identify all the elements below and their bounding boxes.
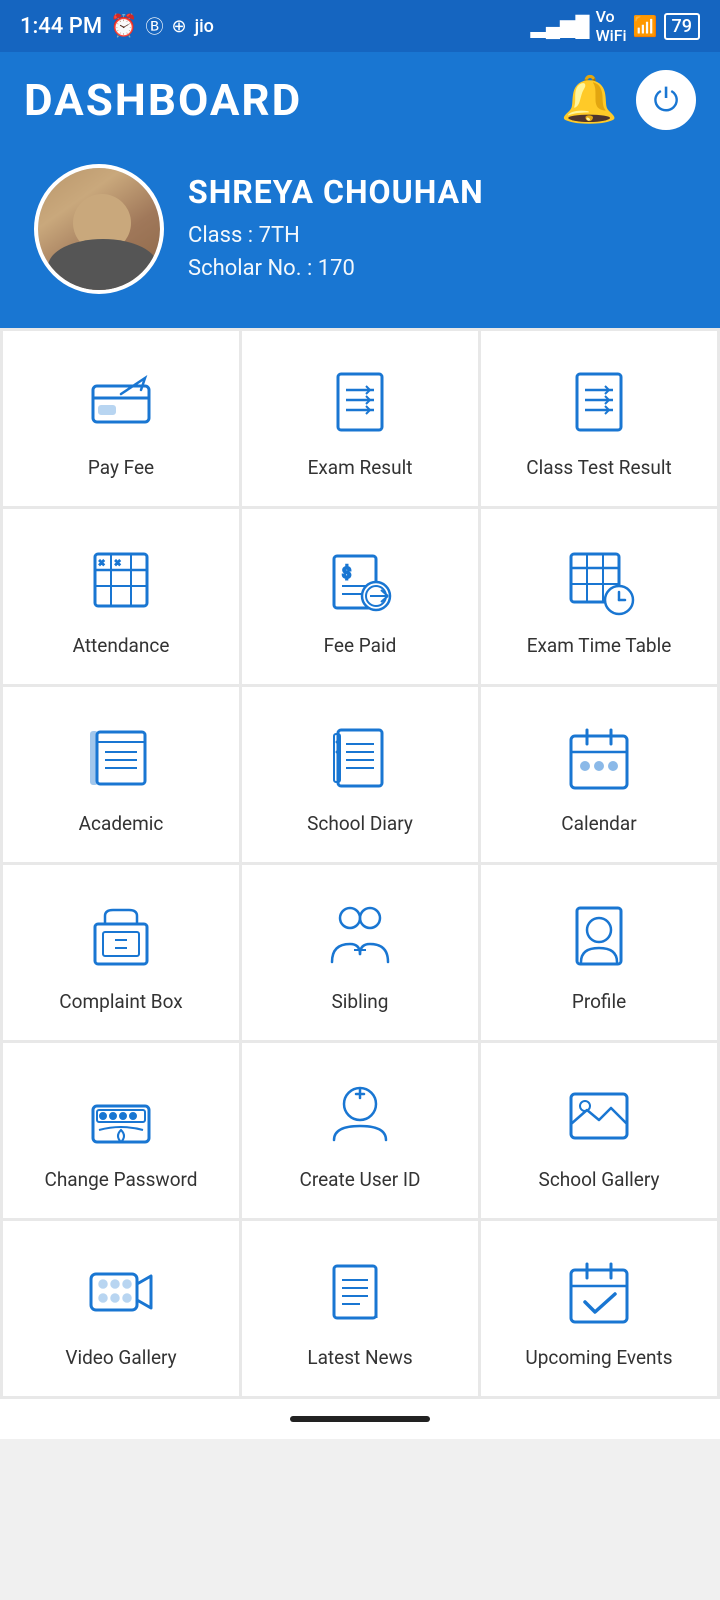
battery-display: 79 <box>664 13 700 40</box>
jio-label: jio <box>195 16 214 37</box>
profile-scholar: Scholar No. : 170 <box>188 252 484 285</box>
avatar-image <box>38 164 160 294</box>
latest-news-label: Latest News <box>307 1346 412 1371</box>
grid-item-school-diary[interactable]: School Diary <box>242 687 478 862</box>
pay-fee-icon <box>81 362 161 442</box>
notification-bell-icon[interactable]: 🔔 <box>561 73 618 127</box>
upcoming-events-label: Upcoming Events <box>525 1346 672 1371</box>
time-display: 1:44 PM <box>20 14 102 39</box>
svg-text:$: $ <box>342 563 351 582</box>
grid-item-fee-paid[interactable]: $ Fee Paid <box>242 509 478 684</box>
grid-item-profile[interactable]: Profile <box>481 865 717 1040</box>
grid-item-latest-news[interactable]: Latest News <box>242 1221 478 1396</box>
signal-icon: ⊕ <box>171 16 186 37</box>
exam-time-table-icon <box>559 540 639 620</box>
school-gallery-icon <box>559 1074 639 1154</box>
header-icons: 🔔 ⏻ <box>561 70 696 130</box>
fee-paid-label: Fee Paid <box>324 634 397 659</box>
calendar-label: Calendar <box>561 812 636 837</box>
profile-class: Class : 7TH <box>188 219 484 252</box>
profile-info: SHREYA CHOUHAN Class : 7TH Scholar No. :… <box>188 173 484 285</box>
grid-item-upcoming-events[interactable]: Upcoming Events <box>481 1221 717 1396</box>
svg-text:×: × <box>99 558 104 569</box>
change-password-icon <box>81 1074 161 1154</box>
grid-item-exam-time-table[interactable]: Exam Time Table <box>481 509 717 684</box>
grid-item-class-test-result[interactable]: Class Test Result <box>481 331 717 506</box>
pay-fee-label: Pay Fee <box>88 456 154 481</box>
attendance-icon: ×× <box>81 540 161 620</box>
profile-section: SHREYA CHOUHAN Class : 7TH Scholar No. :… <box>24 154 696 304</box>
grid-item-create-user-id[interactable]: Create User ID <box>242 1043 478 1218</box>
grid-item-pay-fee[interactable]: Pay Fee <box>3 331 239 506</box>
profile-icon <box>559 896 639 976</box>
sibling-label: Sibling <box>332 990 389 1015</box>
class-test-result-icon <box>559 362 639 442</box>
grid-item-attendance[interactable]: ×× Attendance <box>3 509 239 684</box>
video-gallery-label: Video Gallery <box>65 1346 176 1371</box>
bottom-bar <box>0 1399 720 1439</box>
status-bar: 1:44 PM ⏰ Ⓑ ⊕ jio ▂▄▆█ VoWiFi 📶 79 <box>0 0 720 52</box>
create-user-id-label: Create User ID <box>299 1168 420 1193</box>
b-icon: Ⓑ <box>145 13 163 39</box>
profile-label: Profile <box>572 990 626 1015</box>
school-gallery-label: School Gallery <box>539 1168 660 1193</box>
video-gallery-icon <box>81 1252 161 1332</box>
dashboard-grid: Pay Fee Exam Result Class Test Result ××… <box>0 328 720 1399</box>
header: DASHBOARD 🔔 ⏻ SHREYA CHOUHAN Class : 7TH… <box>0 52 720 328</box>
status-left: 1:44 PM ⏰ Ⓑ ⊕ jio <box>20 13 214 39</box>
exam-result-label: Exam Result <box>308 456 413 481</box>
grid-item-school-gallery[interactable]: School Gallery <box>481 1043 717 1218</box>
grid-item-sibling[interactable]: Sibling <box>242 865 478 1040</box>
power-button[interactable]: ⏻ <box>636 70 696 130</box>
class-test-result-label: Class Test Result <box>526 456 671 481</box>
svg-text:×: × <box>115 558 120 569</box>
school-diary-icon <box>320 718 400 798</box>
dashboard-title: DASHBOARD <box>24 74 302 126</box>
academic-label: Academic <box>79 812 164 837</box>
avatar <box>34 164 164 294</box>
home-indicator <box>290 1416 430 1422</box>
sibling-icon <box>320 896 400 976</box>
attendance-label: Attendance <box>73 634 170 659</box>
academic-icon <box>81 718 161 798</box>
latest-news-icon <box>320 1252 400 1332</box>
signal-bars: ▂▄▆█ <box>530 14 589 39</box>
fee-paid-icon: $ <box>320 540 400 620</box>
grid-item-change-password[interactable]: Change Password <box>3 1043 239 1218</box>
header-top: DASHBOARD 🔔 ⏻ <box>24 70 696 130</box>
exam-time-table-label: Exam Time Table <box>527 634 672 659</box>
school-diary-label: School Diary <box>307 812 413 837</box>
profile-name: SHREYA CHOUHAN <box>188 173 484 211</box>
power-icon: ⏻ <box>653 81 678 120</box>
grid-item-video-gallery[interactable]: Video Gallery <box>3 1221 239 1396</box>
calendar-icon <box>559 718 639 798</box>
create-user-id-icon <box>320 1074 400 1154</box>
wifi-icon: 📶 <box>633 14 658 38</box>
complaint-box-label: Complaint Box <box>59 990 182 1015</box>
complaint-box-icon <box>81 896 161 976</box>
grid-item-calendar[interactable]: Calendar <box>481 687 717 862</box>
grid-item-academic[interactable]: Academic <box>3 687 239 862</box>
alarm-icon: ⏰ <box>110 14 137 39</box>
exam-result-icon <box>320 362 400 442</box>
grid-item-complaint-box[interactable]: Complaint Box <box>3 865 239 1040</box>
vo-wifi-label: VoWiFi <box>596 7 627 45</box>
status-right: ▂▄▆█ VoWiFi 📶 79 <box>530 7 700 45</box>
change-password-label: Change Password <box>44 1168 197 1193</box>
grid-item-exam-result[interactable]: Exam Result <box>242 331 478 506</box>
upcoming-events-icon <box>559 1252 639 1332</box>
